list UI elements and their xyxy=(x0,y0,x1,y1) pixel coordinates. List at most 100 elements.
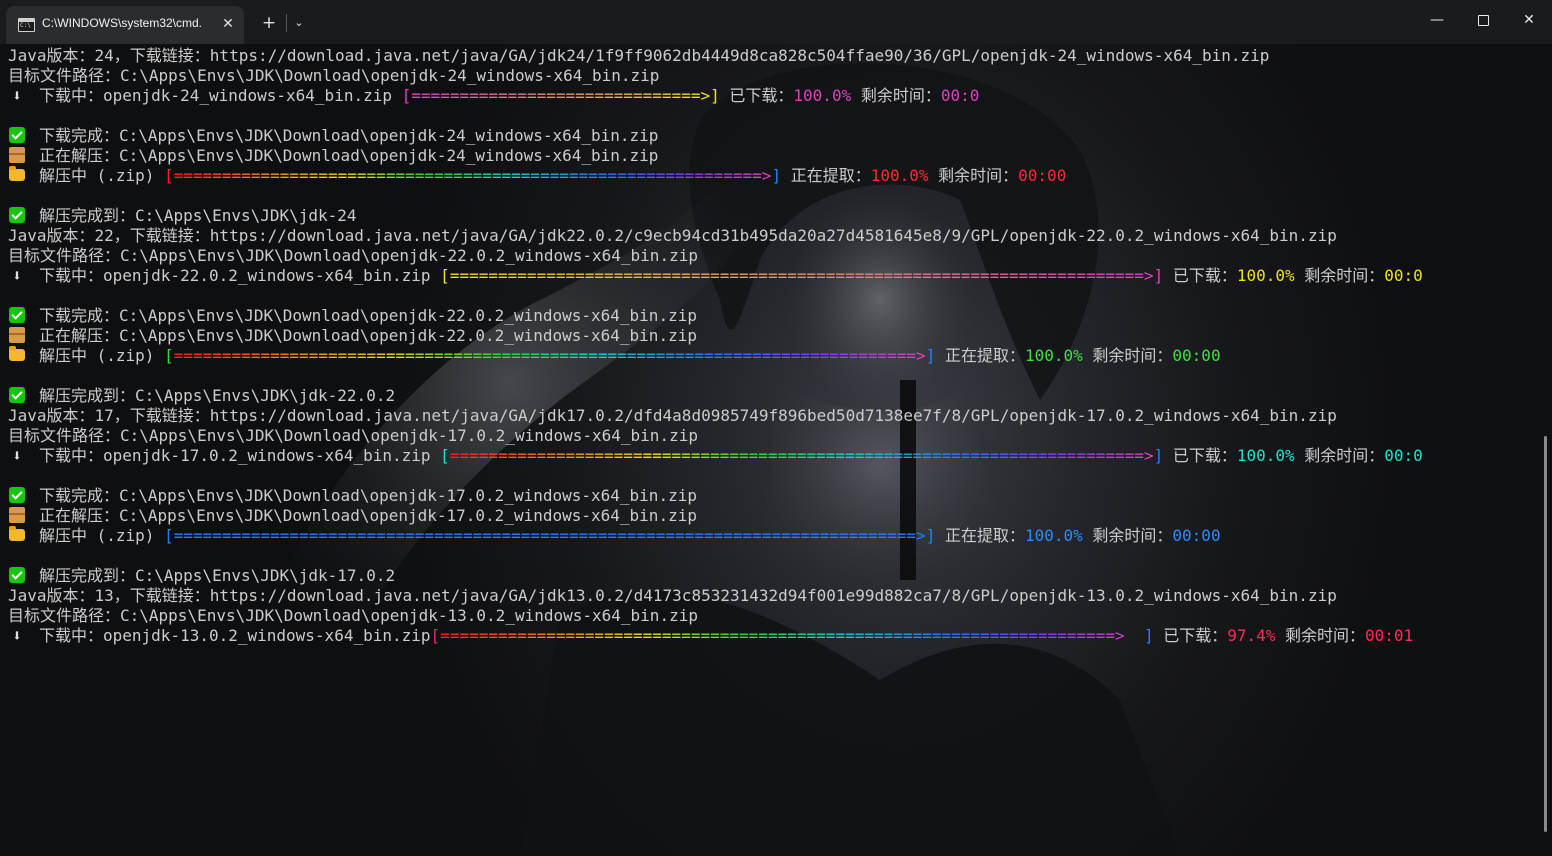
tab-separator xyxy=(286,14,287,32)
terminal-line: 解压完成到：C:\Apps\Envs\JDK\jdk-24 xyxy=(8,206,1538,226)
progress-percent: 97.4% xyxy=(1227,626,1276,645)
tab-title: C:\WINDOWS\system32\cmd. xyxy=(42,16,203,30)
remaining-time: 00:00 xyxy=(1172,526,1221,545)
line-text: Java版本：24，下载链接：https://download.java.net… xyxy=(8,46,1270,65)
line-text: 解压完成到：C:\Apps\Envs\JDK\jdk-22.0.2 xyxy=(39,386,396,405)
terminal-line: Java版本：13，下载链接：https://download.java.net… xyxy=(8,586,1538,606)
progress-bar-close: ] xyxy=(1153,266,1164,285)
progress-prefix: 解压中 (.zip) xyxy=(39,346,165,365)
line-text: 正在解压：C:\Apps\Envs\JDK\Download\openjdk-2… xyxy=(39,326,697,345)
terminal-line: Java版本：17，下载链接：https://download.java.net… xyxy=(8,406,1538,426)
close-button[interactable]: ✕ xyxy=(1506,4,1552,36)
remaining-time: 00:0 xyxy=(1384,266,1423,285)
terminal-line: 下载完成：C:\Apps\Envs\JDK\Download\openjdk-2… xyxy=(8,306,1538,326)
terminal-line: ⬇ 下载中：openjdk-24_windows-x64_bin.zip [===… xyxy=(8,86,1538,106)
folder-icon xyxy=(9,166,25,181)
progress-bar-close: ] xyxy=(771,166,782,185)
minimize-button[interactable]: — xyxy=(1414,4,1460,36)
remaining-label: 剩余时间： xyxy=(1082,346,1173,365)
progress-bar-open: [ xyxy=(164,346,174,365)
check-icon xyxy=(9,207,25,223)
progress-prefix: 下载中：openjdk-13.0.2_windows-x64_bin.zip xyxy=(39,626,431,645)
package-icon xyxy=(9,147,25,163)
terminal-line: 目标文件路径：C:\Apps\Envs\JDK\Download\openjdk… xyxy=(8,426,1538,446)
progress-bar-open: [ xyxy=(440,266,450,285)
terminal-line: 正在解压：C:\Apps\Envs\JDK\Download\openjdk-2… xyxy=(8,146,1538,166)
package-icon xyxy=(9,507,25,523)
progress-percent: 100.0% xyxy=(870,166,929,185)
progress-bar: ========================================… xyxy=(449,266,1154,285)
terminal-line: 正在解压：C:\Apps\Envs\JDK\Download\openjdk-2… xyxy=(8,326,1538,346)
progress-percent: 100.0% xyxy=(1024,526,1083,545)
line-text: 目标文件路径：C:\Apps\Envs\JDK\Download\openjdk… xyxy=(8,606,698,625)
progress-bar: ========================================… xyxy=(173,166,772,185)
terminal-line: 解压中 (.zip) [============================… xyxy=(8,346,1538,366)
maximize-icon xyxy=(1477,15,1489,26)
progress-prefix: 解压中 (.zip) xyxy=(39,166,165,185)
download-arrow-icon: ⬇ xyxy=(12,86,22,105)
progress-percent: 100.0% xyxy=(1024,346,1083,365)
progress-prefix: 下载中：openjdk-24_windows-x64_bin.zip xyxy=(39,86,402,105)
line-text: 正在解压：C:\Apps\Envs\JDK\Download\openjdk-2… xyxy=(39,146,659,165)
remaining-label: 剩余时间： xyxy=(851,86,941,105)
terminal-line: 下载完成：C:\Apps\Envs\JDK\Download\openjdk-2… xyxy=(8,126,1538,146)
progress-label: 正在提取： xyxy=(781,166,871,185)
line-text: 正在解压：C:\Apps\Envs\JDK\Download\openjdk-1… xyxy=(39,506,697,525)
terminal-line: 正在解压：C:\Apps\Envs\JDK\Download\openjdk-1… xyxy=(8,506,1538,526)
progress-label: 正在提取： xyxy=(935,526,1025,545)
folder-icon xyxy=(9,526,25,541)
terminal-line: 目标文件路径：C:\Apps\Envs\JDK\Download\openjdk… xyxy=(8,246,1538,266)
progress-label: 已下载： xyxy=(1163,266,1237,285)
title-bar: C:\WINDOWS\system32\cmd. ✕ + ⌄ — ✕ xyxy=(0,0,1552,44)
progress-bar-open: [ xyxy=(430,626,441,645)
progress-bar-open: [ xyxy=(164,166,174,185)
remaining-time: 00:0 xyxy=(1384,446,1423,465)
remaining-label: 剩余时间： xyxy=(1275,626,1366,645)
terminal-line: 解压完成到：C:\Apps\Envs\JDK\jdk-22.0.2 xyxy=(8,386,1538,406)
terminal-line: 解压中 (.zip) [============================… xyxy=(8,166,1538,186)
download-arrow-icon: ⬇ xyxy=(12,626,22,645)
remaining-time: 00:01 xyxy=(1365,626,1414,645)
terminal-window: C:\WINDOWS\system32\cmd. ✕ + ⌄ — ✕ Java版… xyxy=(0,0,1552,856)
line-text: 目标文件路径：C:\Apps\Envs\JDK\Download\openjdk… xyxy=(8,426,698,445)
line-text: 目标文件路径：C:\Apps\Envs\JDK\Download\openjdk… xyxy=(8,66,660,85)
check-icon xyxy=(9,127,25,143)
tab-close-icon[interactable]: ✕ xyxy=(218,14,238,34)
chevron-down-icon[interactable]: ⌄ xyxy=(290,12,308,34)
progress-label: 已下载： xyxy=(1153,626,1228,645)
line-text: 解压完成到：C:\Apps\Envs\JDK\jdk-24 xyxy=(39,206,357,225)
new-tab-button[interactable]: + xyxy=(258,12,280,34)
progress-bar-open: [ xyxy=(164,526,174,545)
line-text: 下载完成：C:\Apps\Envs\JDK\Download\openjdk-1… xyxy=(39,486,697,505)
progress-bar: ========================================… xyxy=(449,446,1154,465)
line-text: 下载完成：C:\Apps\Envs\JDK\Download\openjdk-2… xyxy=(39,306,697,325)
download-arrow-icon: ⬇ xyxy=(12,446,22,465)
line-text: Java版本：22，下载链接：https://download.java.net… xyxy=(8,226,1337,245)
terminal-output[interactable]: Java版本：24，下载链接：https://download.java.net… xyxy=(8,46,1538,846)
progress-bar-close: ] xyxy=(925,346,936,365)
check-icon xyxy=(9,567,25,583)
check-icon xyxy=(9,307,25,323)
progress-label: 正在提取： xyxy=(935,346,1025,365)
package-icon xyxy=(9,327,25,343)
check-icon xyxy=(9,487,25,503)
scrollbar[interactable] xyxy=(1544,436,1547,832)
progress-label: 已下载： xyxy=(1163,446,1237,465)
terminal-line: ⬇ 下载中：openjdk-22.0.2_windows-x64_bin.zip … xyxy=(8,266,1538,286)
progress-bar-close: ] xyxy=(1143,626,1154,645)
remaining-time: 00:00 xyxy=(1018,166,1067,185)
remaining-time: 00:0 xyxy=(940,86,980,105)
maximize-button[interactable] xyxy=(1460,4,1506,36)
terminal-line: Java版本：24，下载链接：https://download.java.net… xyxy=(8,46,1538,66)
terminal-line: ⬇ 下载中：openjdk-13.0.2_windows-x64_bin.zip[… xyxy=(8,626,1538,646)
line-text: 目标文件路径：C:\Apps\Envs\JDK\Download\openjdk… xyxy=(8,246,698,265)
tab-cmd[interactable]: C:\WINDOWS\system32\cmd. ✕ xyxy=(6,6,244,44)
progress-bar: ========================================… xyxy=(173,346,926,365)
line-text: Java版本：17，下载链接：https://download.java.net… xyxy=(8,406,1337,425)
progress-label: 已下载： xyxy=(719,86,794,105)
